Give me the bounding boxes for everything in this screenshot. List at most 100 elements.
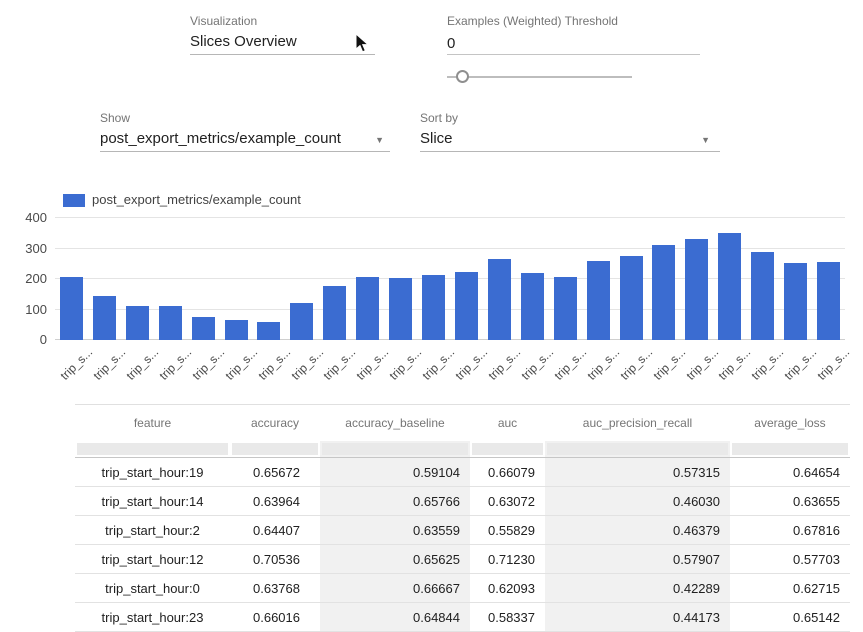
bar-19[interactable] xyxy=(685,239,708,340)
x-axis-tick-label: trip_s... xyxy=(189,345,227,383)
metric-cell: 0.59104 xyxy=(320,458,470,487)
x-axis-tick-label: trip_s... xyxy=(321,345,359,383)
column-header-average_loss[interactable]: average_loss xyxy=(730,405,850,441)
bar-9[interactable] xyxy=(356,277,379,340)
bar-13[interactable] xyxy=(488,259,511,340)
bar-12[interactable] xyxy=(455,272,478,340)
bar-8[interactable] xyxy=(323,286,346,340)
table-row: trip_start_hour:00.637680.666670.620930.… xyxy=(75,574,850,603)
bar-15[interactable] xyxy=(554,277,577,340)
x-axis-tick-label: trip_s... xyxy=(650,345,688,383)
sort-by-select[interactable]: Slice ▼ xyxy=(420,129,720,152)
x-axis-tick-label: trip_s... xyxy=(354,345,392,383)
x-axis-tick-label: trip_s... xyxy=(815,345,853,383)
show-metric-select[interactable]: post_export_metrics/example_count ▼ xyxy=(100,129,390,152)
metric-cell: 0.46379 xyxy=(545,516,730,545)
table-row: trip_start_hour:190.656720.591040.660790… xyxy=(75,458,850,487)
slicing-metrics-browser: { "controls": { "visualization": { "labe… xyxy=(0,0,863,626)
x-axis-tick-label: trip_s... xyxy=(453,345,491,383)
x-axis-tick-label: trip_s... xyxy=(123,345,161,383)
metric-cell: 0.63559 xyxy=(320,516,470,545)
feature-cell: trip_start_hour:12 xyxy=(75,545,230,574)
bar-4[interactable] xyxy=(192,317,215,340)
bar-0[interactable] xyxy=(60,277,83,340)
filter-input-accuracy_baseline[interactable] xyxy=(322,443,468,455)
bar-17[interactable] xyxy=(620,256,643,340)
table-row: trip_start_hour:230.660160.648440.583370… xyxy=(75,603,850,632)
x-axis-tick-label: trip_s... xyxy=(782,345,820,383)
metric-cell: 0.63768 xyxy=(230,574,320,603)
threshold-slider[interactable] xyxy=(447,70,632,84)
metric-cell: 0.42289 xyxy=(545,574,730,603)
x-axis-tick-label: trip_s... xyxy=(617,345,655,383)
filter-input-auc[interactable] xyxy=(472,443,543,455)
x-axis-tick-label: trip_s... xyxy=(91,345,129,383)
visualization-select[interactable]: Slices Overview ▼ xyxy=(190,32,375,55)
sort-by-value: Slice xyxy=(420,130,453,147)
metric-cell: 0.55829 xyxy=(470,516,545,545)
bar-6[interactable] xyxy=(257,322,280,340)
bar-23[interactable] xyxy=(817,262,840,340)
table-row: trip_start_hour:140.639640.657660.630720… xyxy=(75,487,850,516)
slider-track[interactable] xyxy=(447,76,632,78)
bar-1[interactable] xyxy=(93,296,116,340)
bar-21[interactable] xyxy=(751,252,774,340)
table-row: trip_start_hour:120.705360.656250.712300… xyxy=(75,545,850,574)
x-axis-tick-label: trip_s... xyxy=(222,345,260,383)
chevron-down-icon: ▼ xyxy=(375,135,384,145)
feature-cell: trip_start_hour:0 xyxy=(75,574,230,603)
bar-14[interactable] xyxy=(521,273,544,340)
metric-cell: 0.64407 xyxy=(230,516,320,545)
metric-cell: 0.64844 xyxy=(320,603,470,632)
bar-7[interactable] xyxy=(290,303,313,340)
sort-by-label: Sort by xyxy=(420,111,458,125)
metric-cell: 0.71230 xyxy=(470,545,545,574)
metric-cell: 0.62715 xyxy=(730,574,850,603)
table-body: trip_start_hour:190.656720.591040.660790… xyxy=(75,458,850,632)
x-axis-tick-label: trip_s... xyxy=(716,345,754,383)
legend-label: post_export_metrics/example_count xyxy=(92,192,301,207)
threshold-label: Examples (Weighted) Threshold xyxy=(447,14,618,28)
y-axis-tick-label: 300 xyxy=(25,241,47,256)
filter-cell xyxy=(230,441,320,458)
x-axis-tick-label: trip_s... xyxy=(584,345,622,383)
bar-18[interactable] xyxy=(652,245,675,340)
column-header-feature[interactable]: feature xyxy=(75,405,230,441)
metric-cell: 0.44173 xyxy=(545,603,730,632)
column-header-accuracy[interactable]: accuracy xyxy=(230,405,320,441)
bar-10[interactable] xyxy=(389,278,412,340)
threshold-input[interactable] xyxy=(447,32,700,55)
metric-cell: 0.65625 xyxy=(320,545,470,574)
metric-cell: 0.65142 xyxy=(730,603,850,632)
metric-cell: 0.63072 xyxy=(470,487,545,516)
x-axis-tick-label: trip_s... xyxy=(749,345,787,383)
metric-cell: 0.66667 xyxy=(320,574,470,603)
filter-input-accuracy[interactable] xyxy=(232,443,318,455)
feature-cell: trip_start_hour:19 xyxy=(75,458,230,487)
bar-20[interactable] xyxy=(718,233,741,340)
bar-11[interactable] xyxy=(422,275,445,340)
metric-cell: 0.63655 xyxy=(730,487,850,516)
column-header-auc_precision_recall[interactable]: auc_precision_recall xyxy=(545,405,730,441)
filter-input-feature[interactable] xyxy=(77,443,228,455)
feature-cell: trip_start_hour:2 xyxy=(75,516,230,545)
metric-cell: 0.63964 xyxy=(230,487,320,516)
bar-22[interactable] xyxy=(784,263,807,340)
column-header-accuracy_baseline[interactable]: accuracy_baseline xyxy=(320,405,470,441)
bar-16[interactable] xyxy=(587,261,610,340)
bar-5[interactable] xyxy=(225,320,248,340)
metric-cell: 0.62093 xyxy=(470,574,545,603)
slider-knob[interactable] xyxy=(456,70,469,83)
filter-cell xyxy=(320,441,470,458)
filter-input-auc_precision_recall[interactable] xyxy=(547,443,728,455)
x-axis-tick-label: trip_s... xyxy=(486,345,524,383)
bar-2[interactable] xyxy=(126,306,149,340)
filter-input-average_loss[interactable] xyxy=(732,443,848,455)
x-axis-tick-label: trip_s... xyxy=(683,345,721,383)
feature-cell: trip_start_hour:23 xyxy=(75,603,230,632)
table-header-row: featureaccuracyaccuracy_baselineaucauc_p… xyxy=(75,405,850,441)
bar-3[interactable] xyxy=(159,306,182,340)
x-axis-tick-label: trip_s... xyxy=(551,345,589,383)
column-header-auc[interactable]: auc xyxy=(470,405,545,441)
chart-plot-area: trip_s...trip_s...trip_s...trip_s...trip… xyxy=(55,218,845,340)
